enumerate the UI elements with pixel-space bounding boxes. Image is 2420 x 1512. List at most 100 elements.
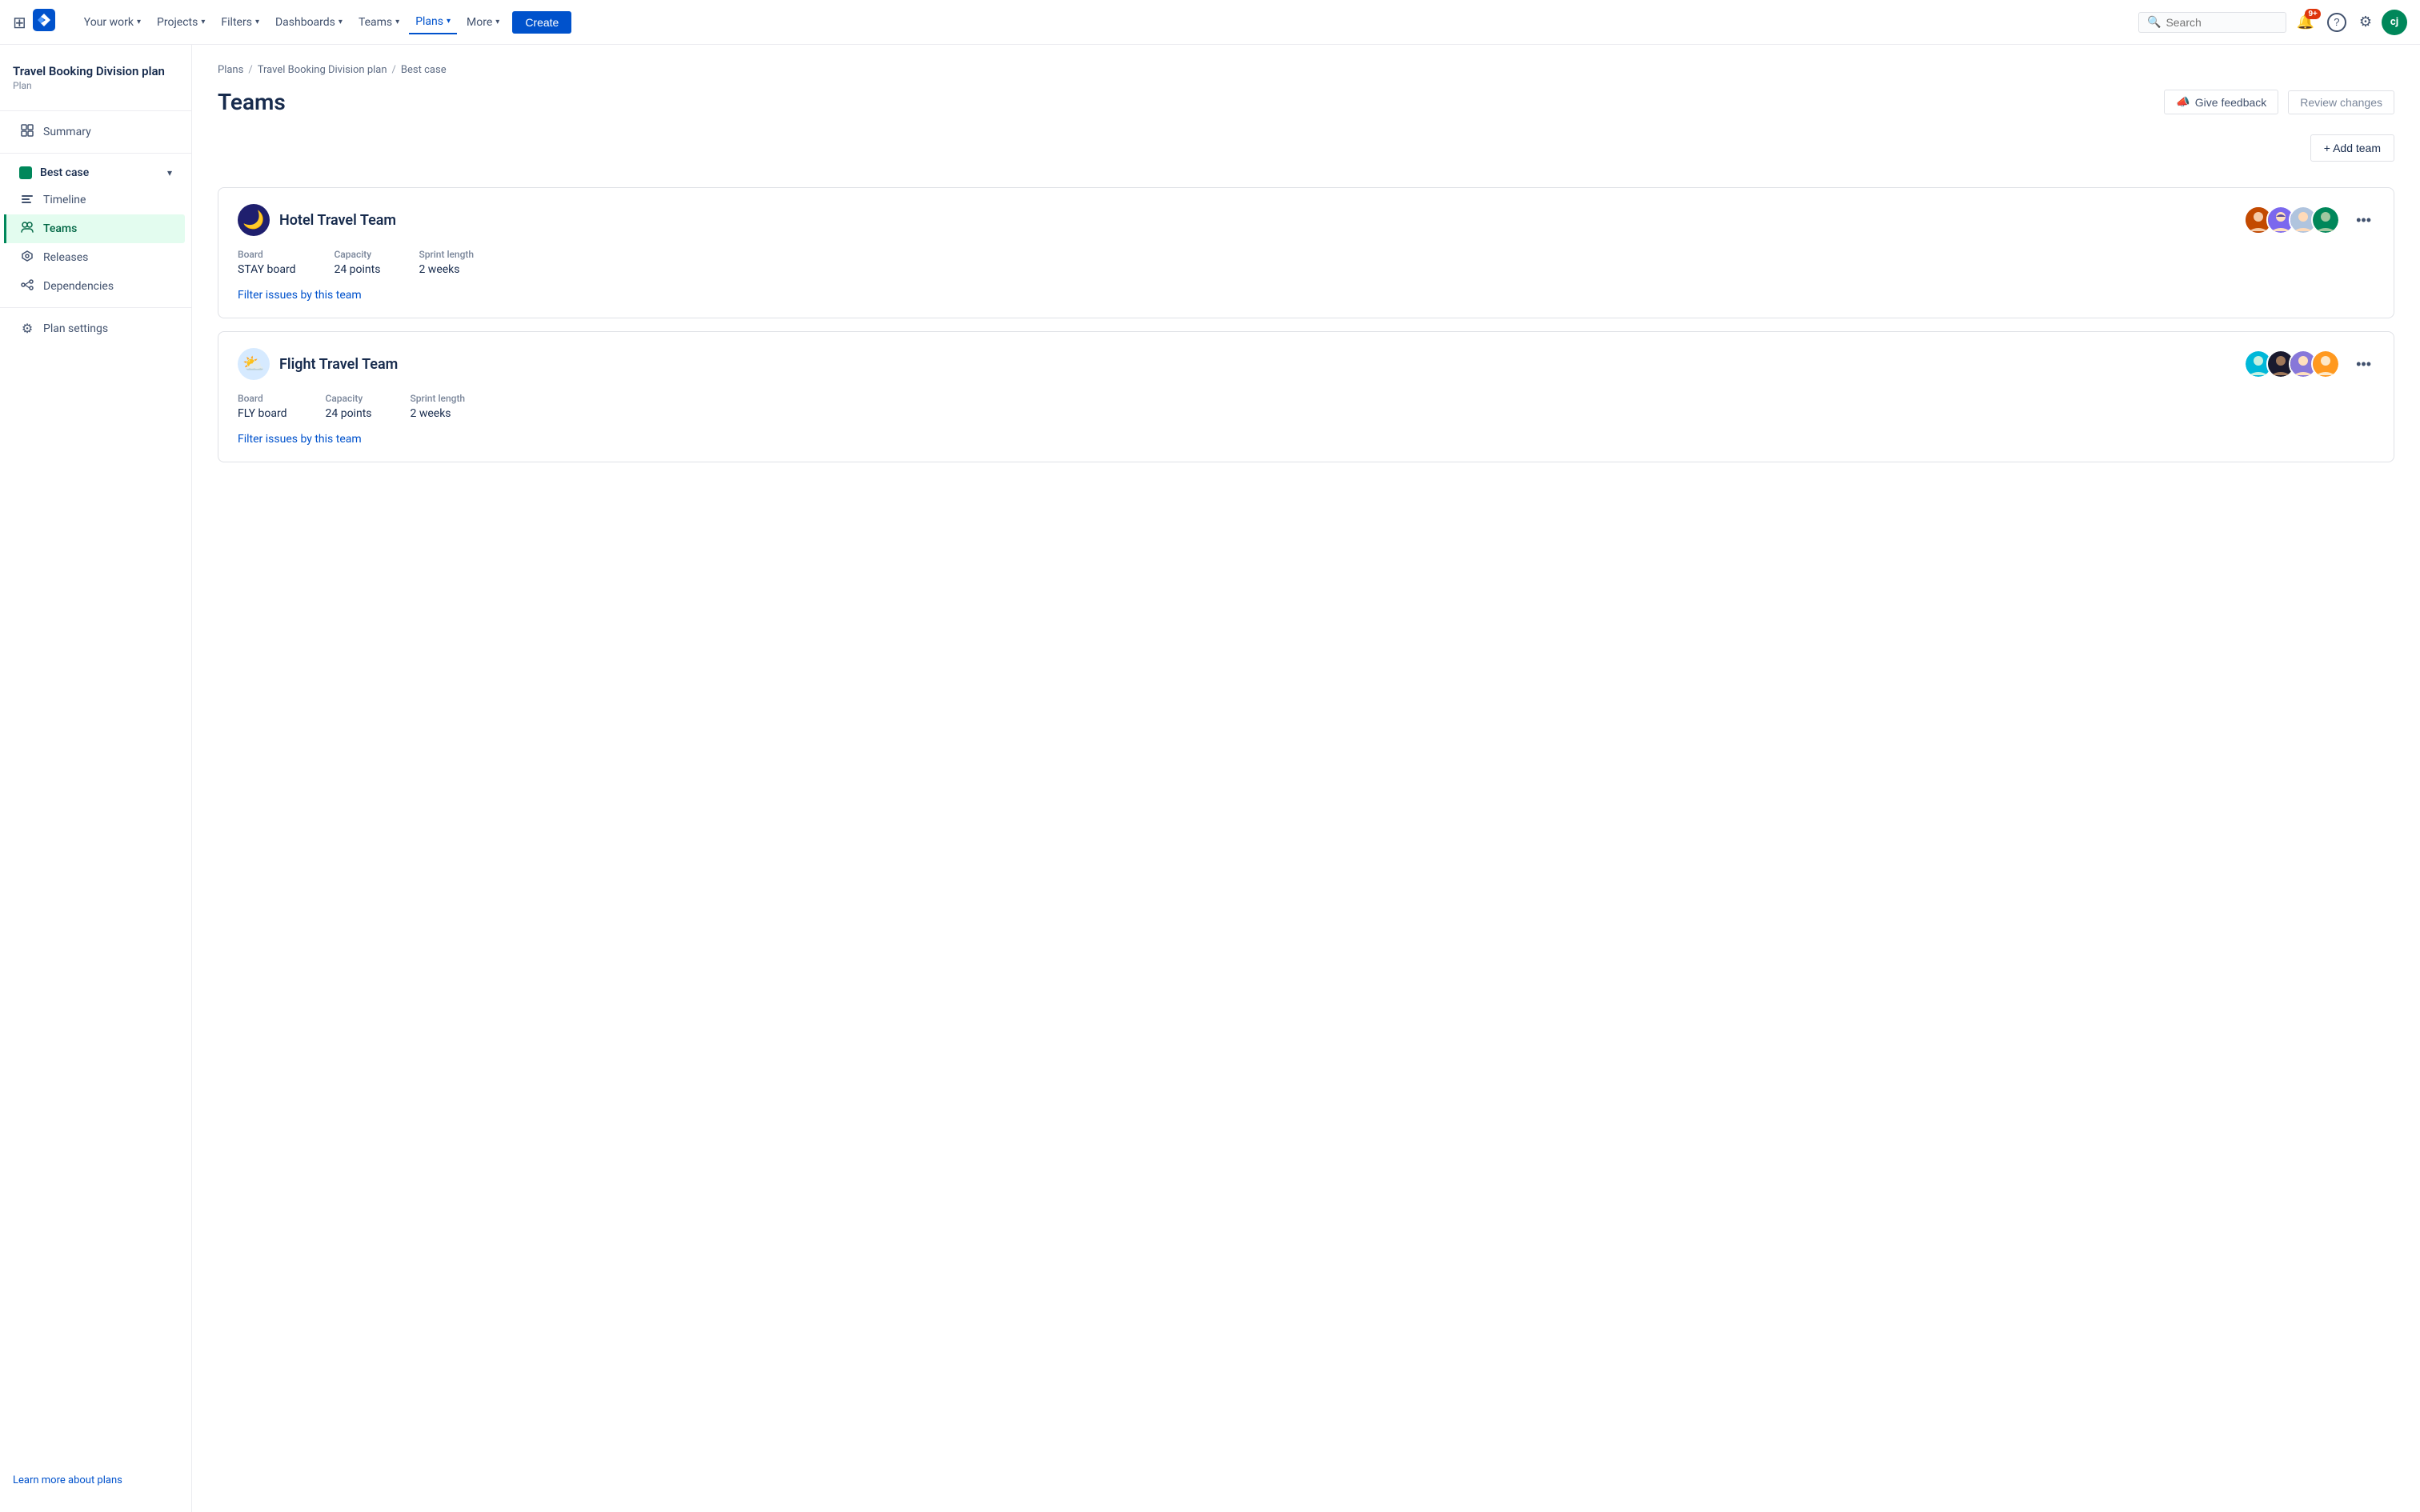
nav-projects-chevron: ▾	[201, 18, 205, 26]
review-changes-button[interactable]: Review changes	[2288, 90, 2394, 114]
sidebar-item-teams-label: Teams	[43, 222, 77, 235]
hotel-filter-link[interactable]: Filter issues by this team	[238, 289, 362, 302]
topnav-right: 🔍 🔔 9+ ? ⚙ cj	[2138, 10, 2407, 35]
nav-your-work[interactable]: Your work ▾	[78, 11, 147, 34]
help-button[interactable]: ?	[2324, 10, 2350, 35]
learn-more-link[interactable]: Learn more about plans	[13, 1474, 122, 1486]
flight-team-name: Flight Travel Team	[279, 356, 398, 373]
nav-plans[interactable]: Plans ▾	[409, 10, 457, 34]
help-icon: ?	[2327, 13, 2346, 32]
sidebar-item-releases-label: Releases	[43, 251, 88, 264]
sidebar-item-dependencies[interactable]: Dependencies	[6, 272, 185, 301]
nav-teams[interactable]: Teams ▾	[352, 11, 406, 34]
main-layout: Travel Booking Division plan Plan Summar…	[0, 45, 2420, 1512]
nav-dashboards[interactable]: Dashboards ▾	[269, 11, 349, 34]
team-card-hotel: 🌙 Hotel Travel Team	[218, 187, 2394, 318]
sidebar-item-timeline[interactable]: Timeline	[6, 186, 185, 214]
sidebar-divider-2	[0, 153, 191, 154]
search-icon: 🔍	[2147, 16, 2161, 29]
nav-dashboards-chevron: ▾	[339, 18, 343, 26]
flight-team-icon: ⛅	[238, 348, 270, 380]
sidebar-item-teams[interactable]: Teams	[4, 214, 185, 243]
add-team-button[interactable]: + Add team	[2310, 134, 2394, 162]
sidebar-item-plan-settings[interactable]: ⚙ Plan settings	[6, 314, 185, 342]
logo-area: ⊞	[13, 9, 68, 36]
review-changes-label: Review changes	[2300, 96, 2382, 109]
grid-icon[interactable]: ⊞	[13, 13, 26, 32]
sidebar-item-releases[interactable]: Releases	[6, 243, 185, 272]
search-box[interactable]: 🔍	[2138, 12, 2286, 33]
flight-card-body: Board FLY board Capacity 24 points Sprin…	[238, 393, 2374, 433]
sidebar-plan-subtitle: Plan	[13, 80, 178, 91]
hotel-board-label: Board	[238, 249, 295, 260]
nav-filters-label: Filters	[221, 16, 252, 29]
flight-board-group: Board FLY board	[238, 393, 287, 420]
hotel-title-group: 🌙 Hotel Travel Team	[238, 204, 396, 236]
flight-avatar-4	[2311, 350, 2340, 378]
hotel-card-body: Board STAY board Capacity 24 points Spri…	[238, 249, 2374, 289]
flight-more-button[interactable]: •••	[2353, 353, 2374, 376]
dependencies-icon	[19, 278, 35, 294]
flight-sprint-label: Sprint length	[411, 393, 466, 404]
best-case-left: Best case	[19, 166, 89, 179]
flight-board-value: FLY board	[238, 407, 287, 420]
create-button[interactable]: Create	[512, 11, 571, 34]
breadcrumb: Plans / Travel Booking Division plan / B…	[218, 64, 2394, 76]
hotel-more-button[interactable]: •••	[2353, 209, 2374, 232]
timeline-icon	[19, 192, 35, 208]
nav-your-work-label: Your work	[84, 16, 134, 29]
hotel-team-icon: 🌙	[238, 204, 270, 236]
megaphone-icon: 📣	[2176, 95, 2190, 109]
nav-your-work-chevron: ▾	[137, 18, 141, 26]
breadcrumb-sep-2: /	[392, 64, 396, 76]
hotel-sprint-value: 2 weeks	[419, 263, 474, 276]
team-card-flight: ⛅ Flight Travel Team	[218, 331, 2394, 462]
sidebar-item-dependencies-label: Dependencies	[43, 280, 114, 293]
page-title: Teams	[218, 89, 286, 115]
breadcrumb-sep-1: /	[248, 64, 252, 76]
flight-filter-link[interactable]: Filter issues by this team	[238, 433, 362, 446]
sidebar-item-summary[interactable]: Summary	[6, 118, 185, 146]
hotel-sprint-label: Sprint length	[419, 249, 474, 260]
notification-badge: 9+	[2305, 9, 2320, 19]
page-header: Teams 📣 Give feedback Review changes	[218, 89, 2394, 115]
nav-dashboards-label: Dashboards	[275, 16, 335, 29]
user-avatar[interactable]: cj	[2382, 10, 2407, 35]
hotel-board-group: Board STAY board	[238, 249, 295, 276]
teams-list: 🌙 Hotel Travel Team	[218, 187, 2394, 462]
nav-projects-label: Projects	[157, 16, 198, 29]
search-input[interactable]	[2166, 16, 2278, 29]
flight-capacity-label: Capacity	[326, 393, 372, 404]
breadcrumb-plans[interactable]: Plans	[218, 64, 243, 76]
nav-teams-label: Teams	[359, 16, 392, 29]
brand-icon[interactable]	[33, 9, 55, 36]
flight-title-group: ⛅ Flight Travel Team	[238, 348, 398, 380]
nav-plans-label: Plans	[415, 15, 443, 28]
sidebar-section-best-case[interactable]: Best case ▾	[6, 160, 185, 186]
sidebar-divider-1	[0, 110, 191, 111]
flight-card-header: ⛅ Flight Travel Team	[238, 348, 2374, 380]
nav-projects[interactable]: Projects ▾	[150, 11, 211, 34]
hotel-board-value: STAY board	[238, 263, 295, 276]
sidebar-plan-title: Travel Booking Division plan	[13, 64, 178, 78]
nav-filters[interactable]: Filters ▾	[214, 11, 266, 34]
nav-more-chevron: ▾	[495, 18, 499, 26]
sidebar-header: Travel Booking Division plan Plan	[0, 58, 191, 104]
settings-icon: ⚙	[19, 321, 35, 336]
sidebar-item-summary-label: Summary	[43, 126, 91, 138]
sidebar-best-case-label: Best case	[40, 166, 89, 179]
nav-more[interactable]: More ▾	[460, 11, 506, 34]
hotel-sprint-group: Sprint length 2 weeks	[419, 249, 474, 276]
notifications-button[interactable]: 🔔 9+	[2293, 10, 2317, 34]
hotel-team-name: Hotel Travel Team	[279, 212, 396, 229]
hotel-card-header: 🌙 Hotel Travel Team	[238, 204, 2374, 236]
sidebar: Travel Booking Division plan Plan Summar…	[0, 45, 192, 1512]
flight-board-label: Board	[238, 393, 287, 404]
hotel-avatar-4	[2311, 206, 2340, 234]
give-feedback-button[interactable]: 📣 Give feedback	[2164, 90, 2278, 114]
settings-button[interactable]: ⚙	[2356, 10, 2375, 34]
give-feedback-label: Give feedback	[2195, 96, 2267, 109]
flight-icon-emoji: ⛅	[242, 354, 264, 374]
nav-teams-chevron: ▾	[395, 18, 399, 26]
breadcrumb-plan-name[interactable]: Travel Booking Division plan	[258, 64, 387, 76]
